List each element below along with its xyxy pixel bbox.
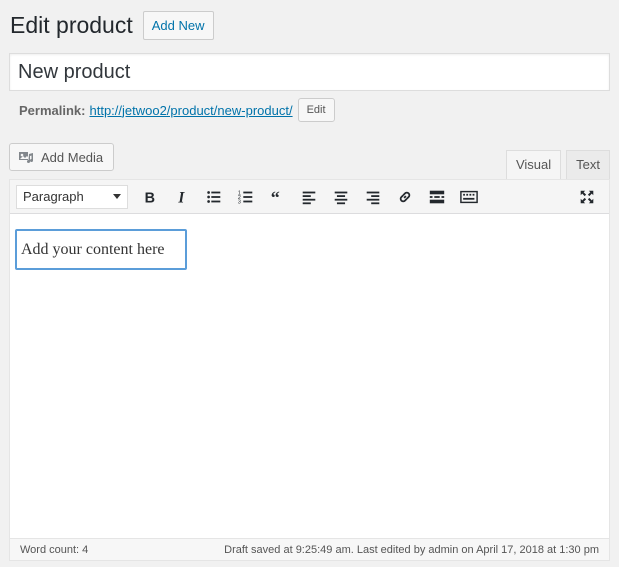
permalink-edit-button[interactable]: Edit [297,98,335,122]
word-count: Word count: 4 [20,543,89,556]
svg-text:3: 3 [238,199,241,205]
numbered-list-button[interactable]: 1 2 3 [232,183,260,211]
link-button[interactable] [391,183,419,211]
page-header: Edit product Add New [10,9,214,41]
chevron-down-icon [113,194,121,199]
bold-icon: B [145,190,155,206]
align-right-icon [366,191,380,204]
read-more-icon [429,190,445,203]
permalink-row: Permalink: http://jetwoo2/product/new-pr… [19,98,335,122]
blockquote-icon: “ [270,188,279,206]
add-new-button[interactable]: Add New [142,10,214,40]
editor-statusbar: Word count: 4 Draft saved at 9:25:49 am.… [10,538,609,560]
numbered-list-icon: 1 2 3 [238,190,252,205]
tab-text[interactable]: Text [566,150,610,179]
content-editor: Paragraph B I 1 2 3 “ Add your content h… [9,179,610,561]
permalink-link[interactable]: http://jetwoo2/product/new-product/ [89,103,292,118]
content-placeholder[interactable]: Add your content here [15,229,187,270]
permalink-suffix: / [288,102,293,118]
svg-text:I: I [177,189,185,206]
editor-toolbar: Paragraph B I 1 2 3 “ [10,180,609,214]
toolbar-toggle-button[interactable] [455,183,483,211]
editor-content-area[interactable]: Add your content here [10,214,609,526]
permalink-base: http://jetwoo2/product/ [89,102,218,118]
link-icon [399,191,411,202]
svg-text:“: “ [270,188,279,206]
editor-tabs: Visual Text [501,150,610,180]
read-more-button[interactable] [423,183,451,211]
align-left-button[interactable] [295,183,323,211]
svg-text:B: B [145,190,155,206]
blockquote-button[interactable]: “ [264,183,292,211]
bullet-list-icon [207,190,221,203]
add-media-icon [19,152,33,163]
bullet-list-button[interactable] [200,183,228,211]
format-select[interactable]: Paragraph [16,184,128,209]
italic-icon: I [177,189,185,206]
add-media-button[interactable]: Add Media [9,143,115,171]
align-right-button[interactable] [359,183,387,211]
fullscreen-button[interactable] [573,183,601,211]
align-center-icon [335,191,348,204]
italic-button[interactable]: I [168,183,196,211]
fullscreen-icon [580,190,594,204]
align-center-button[interactable] [327,183,355,211]
page-title: Edit product [10,12,133,38]
product-title-input[interactable] [9,53,610,91]
bold-button[interactable]: B [136,183,164,211]
permalink-slug: new-product [217,102,289,118]
permalink-label: Permalink: [19,102,86,118]
toolbar-toggle-icon [460,190,478,203]
autosave-status: Draft saved at 9:25:49 am. Last edited b… [224,543,599,556]
format-select-value: Paragraph [23,189,84,204]
align-left-icon [303,191,316,204]
tab-visual[interactable]: Visual [505,150,562,180]
add-media-label: Add Media [41,149,104,165]
